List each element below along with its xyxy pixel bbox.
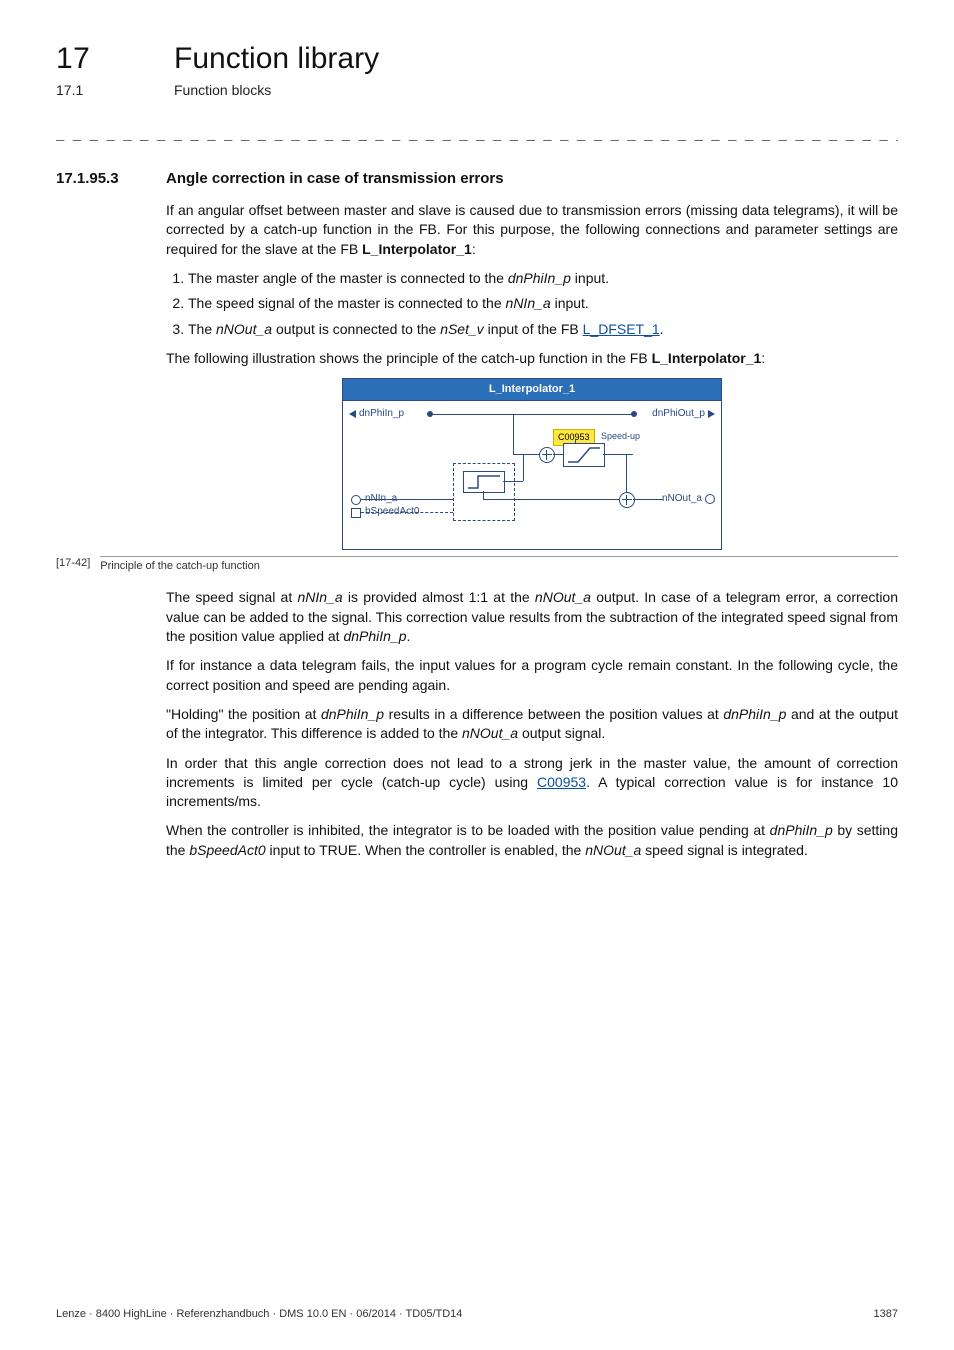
wire-dashed bbox=[361, 512, 453, 513]
signal-name: nNOut_a bbox=[462, 725, 518, 741]
intro-paragraph: If an angular offset between master and … bbox=[166, 201, 898, 259]
text: The speed signal at bbox=[166, 589, 297, 605]
page-number: 1387 bbox=[874, 1308, 898, 1320]
text: speed signal is integrated. bbox=[641, 842, 808, 858]
wire bbox=[575, 439, 576, 443]
paragraph: If for instance a data telegram fails, t… bbox=[166, 656, 898, 695]
text: The speed signal of the master is connec… bbox=[188, 295, 506, 311]
list-item: The master angle of the master is connec… bbox=[188, 269, 898, 288]
text: output is connected to the bbox=[272, 321, 440, 337]
figure-ref: [17-42] bbox=[56, 556, 90, 574]
port-circle-icon bbox=[705, 494, 715, 504]
node-dot-icon bbox=[631, 411, 637, 417]
wire bbox=[513, 454, 539, 455]
wire bbox=[483, 499, 513, 500]
signal-name: nSet_v bbox=[440, 321, 484, 337]
fb-link[interactable]: L_DFSET_1 bbox=[583, 321, 660, 337]
adder-icon bbox=[539, 447, 555, 463]
wire bbox=[483, 491, 484, 499]
paragraph: In order that this angle correction does… bbox=[166, 754, 898, 812]
section-title: Function blocks bbox=[174, 82, 271, 98]
signal-name: dnPhiIn_p bbox=[723, 706, 786, 722]
parameter-link[interactable]: C00953 bbox=[537, 774, 586, 790]
arrow-right-icon bbox=[708, 410, 715, 418]
divider-dashes: _ _ _ _ _ _ _ _ _ _ _ _ _ _ _ _ _ _ _ _ … bbox=[56, 128, 898, 144]
text: . bbox=[660, 321, 664, 337]
signal-name: nNOut_a bbox=[585, 842, 641, 858]
subsection-title: Angle correction in case of transmission… bbox=[166, 170, 504, 187]
text: results in a difference between the posi… bbox=[384, 706, 723, 722]
pin-label: dnPhiOut_p bbox=[652, 407, 705, 421]
port-circle-icon bbox=[351, 495, 361, 505]
text: : bbox=[761, 350, 765, 366]
subsection-number: 17.1.95.3 bbox=[56, 170, 146, 187]
footer-left: Lenze · 8400 HighLine · Referenzhandbuch… bbox=[56, 1308, 462, 1320]
text: The bbox=[188, 321, 216, 337]
text: . bbox=[407, 628, 411, 644]
chapter-title: Function library bbox=[174, 42, 379, 76]
section-number: 17.1 bbox=[56, 82, 146, 98]
wire bbox=[553, 454, 563, 455]
wire bbox=[626, 454, 627, 492]
text: input to TRUE. When the controller is en… bbox=[266, 842, 586, 858]
arrow-left-icon bbox=[349, 410, 356, 418]
wire bbox=[513, 414, 514, 454]
block-diagram: L_Interpolator_1 dnPhiIn_p dnPhiOut_p bbox=[342, 378, 722, 550]
integrator-block bbox=[463, 471, 505, 493]
fb-name: L_Interpolator_1 bbox=[362, 241, 472, 257]
text: The following illustration shows the pri… bbox=[166, 350, 652, 366]
signal-name: nNOut_a bbox=[535, 589, 591, 605]
signal-name: nNIn_a bbox=[297, 589, 342, 605]
pin-label: nNOut_a bbox=[662, 492, 702, 506]
text: input. bbox=[571, 270, 609, 286]
fb-name: L_Interpolator_1 bbox=[652, 350, 762, 366]
text: input of the FB bbox=[484, 321, 583, 337]
text: If an angular offset between master and … bbox=[166, 202, 898, 257]
text: output signal. bbox=[518, 725, 605, 741]
signal-name: dnPhiIn_p bbox=[321, 706, 384, 722]
wire bbox=[603, 454, 633, 455]
list-item: The nNOut_a output is connected to the n… bbox=[188, 320, 898, 339]
text: When the controller is inhibited, the in… bbox=[166, 822, 770, 838]
list-item: The speed signal of the master is connec… bbox=[188, 294, 898, 313]
limiter-block bbox=[563, 443, 605, 467]
wire bbox=[523, 454, 524, 481]
text: "Holding" the position at bbox=[166, 706, 321, 722]
text: is provided almost 1:1 at the bbox=[343, 589, 535, 605]
lead-paragraph: The following illustration shows the pri… bbox=[166, 349, 898, 368]
text: : bbox=[472, 241, 476, 257]
signal-name: dnPhiIn_p bbox=[343, 628, 406, 644]
signal-name: dnPhiIn_p bbox=[770, 822, 833, 838]
wire bbox=[433, 414, 633, 415]
paragraph: "Holding" the position at dnPhiIn_p resu… bbox=[166, 705, 898, 744]
signal-name: nNOut_a bbox=[216, 321, 272, 337]
wire bbox=[361, 499, 453, 500]
text: The master angle of the master is connec… bbox=[188, 270, 508, 286]
speedup-label: Speed-up bbox=[601, 430, 640, 442]
paragraph: The speed signal at nNIn_a is provided a… bbox=[166, 588, 898, 646]
figure-caption: Principle of the catch-up function bbox=[100, 556, 898, 574]
wire bbox=[513, 499, 619, 500]
diagram-title: L_Interpolator_1 bbox=[343, 379, 721, 401]
signal-name: dnPhiIn_p bbox=[508, 270, 571, 286]
text: input. bbox=[551, 295, 589, 311]
chapter-number: 17 bbox=[56, 42, 146, 76]
wire bbox=[503, 481, 523, 482]
steps-list: The master angle of the master is connec… bbox=[166, 269, 898, 339]
paragraph: When the controller is inhibited, the in… bbox=[166, 821, 898, 860]
pin-label: dnPhiIn_p bbox=[359, 407, 404, 421]
port-square-icon bbox=[351, 508, 361, 518]
adder-icon bbox=[619, 492, 635, 508]
wire bbox=[633, 499, 663, 500]
signal-name: nNIn_a bbox=[506, 295, 551, 311]
signal-name: bSpeedAct0 bbox=[189, 842, 265, 858]
